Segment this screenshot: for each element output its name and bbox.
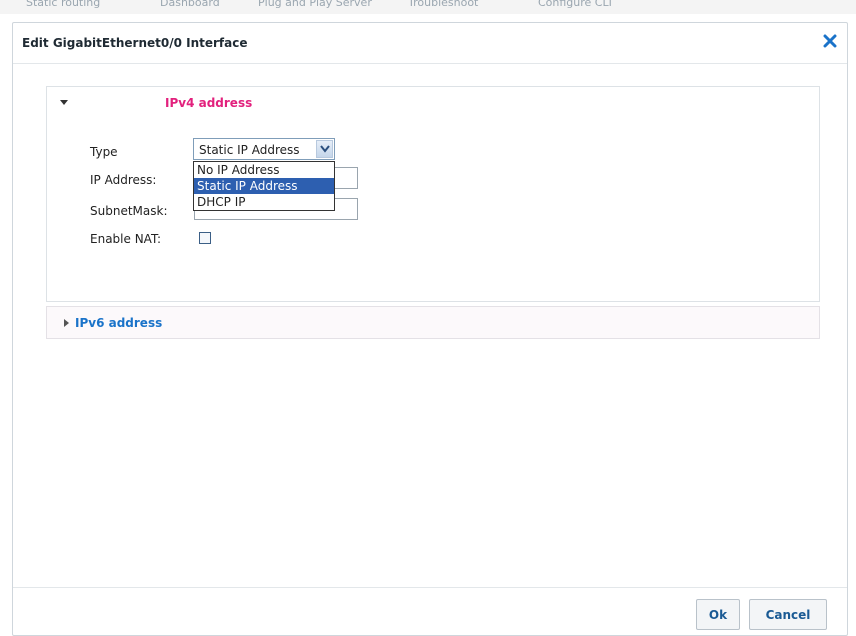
ipv4-section-title[interactable]: IPv4 address	[165, 96, 252, 110]
expand-caret-icon[interactable]	[64, 319, 69, 327]
background-tab: Plug and Play Server	[258, 0, 372, 9]
background-tab: Troubleshoot	[408, 0, 479, 9]
type-select[interactable]: Static IP Address	[193, 138, 335, 160]
ipv4-panel: IPv4 address Type Static IP Address No I…	[46, 86, 820, 302]
type-label: Type	[90, 145, 118, 159]
ok-button[interactable]: Ok	[696, 599, 740, 630]
ipv6-panel[interactable]: IPv6 address	[46, 306, 820, 339]
dialog-title: Edit GigabitEthernet0/0 Interface	[22, 36, 248, 50]
close-icon[interactable]	[823, 34, 837, 48]
dropdown-option-dhcp-ip[interactable]: DHCP IP	[194, 194, 334, 210]
ipv6-section-title[interactable]: IPv6 address	[75, 316, 162, 330]
type-select-value: Static IP Address	[199, 143, 300, 157]
edit-interface-dialog: Edit GigabitEthernet0/0 Interface IPv4 a…	[12, 22, 848, 636]
subnet-mask-label: SubnetMask:	[90, 204, 168, 218]
chevron-down-icon[interactable]	[316, 140, 333, 158]
type-dropdown-list: No IP Address Static IP Address DHCP IP	[193, 161, 335, 211]
enable-nat-label: Enable NAT:	[90, 232, 161, 246]
enable-nat-checkbox[interactable]	[199, 232, 211, 244]
background-tab-strip: Static routing Dashboard Plug and Play S…	[0, 0, 856, 14]
background-tab: Static routing	[26, 0, 101, 9]
collapse-caret-icon[interactable]	[60, 100, 68, 105]
ip-address-label: IP Address:	[90, 173, 157, 187]
dialog-header: Edit GigabitEthernet0/0 Interface	[13, 23, 847, 64]
background-tab: Configure CLI	[538, 0, 612, 9]
cancel-button[interactable]: Cancel	[749, 599, 827, 630]
background-tab: Dashboard	[160, 0, 220, 9]
dropdown-option-static-ip[interactable]: Static IP Address	[194, 178, 334, 194]
dialog-footer: Ok Cancel	[13, 587, 847, 635]
dropdown-option-no-ip[interactable]: No IP Address	[194, 162, 334, 178]
